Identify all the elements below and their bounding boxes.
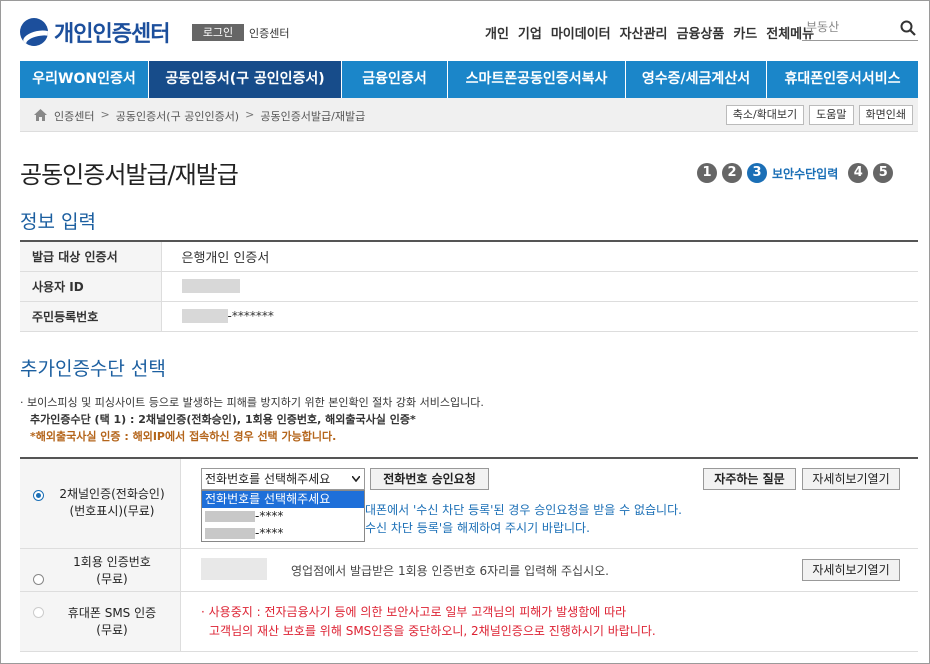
breadcrumb-current: 공동인증서발급/재발급 [260,110,366,123]
top-menu: 개인 기업 마이데이터 자산관리 금융상품 카드 전체메뉴 [485,23,814,42]
main-nav: 우리WON인증서 공동인증서(구 공인인증서) 금융인증서 스마트폰공동인증서복… [20,61,918,98]
top-menu-asset[interactable]: 자산관리 [620,23,668,42]
table-row: 사용자 ID [20,271,918,302]
step-indicator: 1 2 3 보안수단입력 4 5 [697,163,894,183]
dropdown-option[interactable]: -**** [202,508,364,525]
two-channel-radio[interactable] [33,490,44,501]
search-input[interactable] [806,20,896,34]
resident-number-label: 주민등록번호 [20,301,161,332]
login-button[interactable]: 로그인 [192,24,244,41]
step-1: 1 [697,163,717,183]
page-title: 공동인증서발급/재발급 [20,161,239,189]
phone-approval-request-button[interactable]: 전화번호 승인요청 [370,468,489,490]
sms-notice-1: · 사용중지 : 전자금융사기 등에 의한 보안사고로 일부 고객님의 피해가 … [201,605,627,619]
step-2: 2 [722,163,742,183]
step-5: 5 [873,163,894,183]
search-icon[interactable] [900,20,916,36]
print-button[interactable]: 화면인쇄 [858,105,913,125]
breadcrumb-separator: > [245,108,255,121]
target-cert-label: 발급 대상 인증서 [20,241,161,272]
table-row: 주민등록번호 -******* [20,301,918,332]
chevron-down-icon [352,476,360,482]
home-icon[interactable] [34,109,47,121]
target-cert-value: 은행개인 인증서 [181,250,270,266]
otp-row: 1회용 인증번호 (무료) 영업점에서 발급받은 1회용 인증번호 6자리를 입… [20,549,918,592]
auth-method-table: 2채널인증(전화승인) (번호표시)(무료) 전화번호를 선택해주세요 전화번호… [20,457,918,652]
faq-button[interactable]: 자주하는 질문 [703,468,796,490]
step-4: 4 [848,163,869,183]
search-box [802,17,918,41]
sms-label: 휴대폰 SMS 인증 (무료) [67,606,157,637]
logo-mark-icon [20,18,48,46]
top-menu-products[interactable]: 금융상품 [677,23,725,42]
nav-phone-cert[interactable]: 휴대폰인증서서비스 [767,61,918,98]
nav-financial-cert[interactable]: 금융인증서 [342,61,448,98]
info-section-title: 정보 입력 [20,211,96,233]
top-menu-business[interactable]: 기업 [518,23,542,42]
two-channel-detail-button[interactable]: 자세히보기열기 [802,468,900,490]
logo-text: 개인인증센터 [54,22,170,47]
breadcrumb: 인증센터 > 공동인증서(구 공인인증서) > 공동인증서발급/재발급 축소/확… [20,98,918,132]
auth-description: · 보이스피싱 및 피싱사이트 등으로 발생하는 피해를 방지하기 위한 본인확… [20,394,484,445]
breadcrumb-joint-cert[interactable]: 공동인증서(구 공인인증서) [116,108,239,124]
user-id-label: 사용자 ID [20,271,161,302]
desc-line-2: 추가인증수단 (택 1) : 2채널인증(전화승인), 1회용 인증번호, 해외… [30,413,416,426]
site-logo[interactable]: 개인인증센터 [20,16,170,48]
active-step-label: 보안수단입력 [772,166,839,181]
step-3: 3 [747,163,767,183]
breadcrumb-cert-center[interactable]: 인증센터 [54,108,94,124]
nav-joint-cert[interactable]: 공동인증서(구 공인인증서) [149,61,342,98]
two-channel-row: 2채널인증(전화승인) (번호표시)(무료) 전화번호를 선택해주세요 전화번호… [20,459,918,549]
resident-number-suffix: -******* [227,308,274,323]
sms-row: 휴대폰 SMS 인증 (무료) · 사용중지 : 전자금융사기 등에 의한 보안… [20,592,918,652]
resident-number-masked [181,309,228,324]
top-menu-personal[interactable]: 개인 [485,23,509,42]
phone-dropdown: 전화번호를 선택해주세요 -**** -**** [201,490,365,542]
top-menu-card[interactable]: 카드 [733,23,757,42]
sms-notice-2: 고객님의 재산 보호를 위해 SMS인증을 중단하오니, 2채널인증으로 진행하… [209,624,656,638]
desc-line-1: · 보이스피싱 및 피싱사이트 등으로 발생하는 피해를 방지하기 위한 본인확… [20,396,484,409]
auth-section-title: 추가인증수단 선택 [20,358,166,380]
two-channel-notice-1: 대폰에서 '수신 차단 등록'된 경우 승인요청을 받을 수 없습니다. [365,503,682,517]
info-table: 발급 대상 인증서 은행개인 인증서 사용자 ID 주민등록번호 -******… [20,240,918,332]
otp-radio[interactable] [33,574,44,585]
zoom-button[interactable]: 축소/확대보기 [725,105,805,125]
otp-hint: 영업점에서 발급받은 1회용 인증번호 6자리를 입력해 주십시오. [291,564,609,578]
user-id-masked [181,279,240,294]
dropdown-option[interactable]: -**** [202,525,364,542]
two-channel-notice-2: 수신 차단 등록'을 해제하여 주시기 바랍니다. [365,521,590,535]
otp-label: 1회용 인증번호 (무료) [73,555,151,586]
nav-smartphone-copy[interactable]: 스마트폰공동인증서복사 [448,61,626,98]
dropdown-option[interactable]: 전화번호를 선택해주세요 [202,491,364,508]
breadcrumb-separator: > [100,108,110,121]
sms-radio [33,607,44,618]
two-channel-label: 2채널인증(전화승인) (번호표시)(무료) [59,487,165,518]
top-menu-mydata[interactable]: 마이데이터 [551,23,611,42]
otp-detail-button[interactable]: 자세히보기열기 [802,559,900,581]
phone-select[interactable]: 전화번호를 선택해주세요 [201,468,365,490]
help-button[interactable]: 도움말 [809,105,854,125]
otp-input[interactable] [201,558,267,580]
nav-receipt-tax[interactable]: 영수증/세금계산서 [626,61,767,98]
table-row: 발급 대상 인증서 은행개인 인증서 [20,241,918,272]
nav-woori-won-cert[interactable]: 우리WON인증서 [20,61,149,98]
desc-line-3: *해외출국사실 인증 : 해외IP에서 접속하신 경우 선택 가능합니다. [30,430,337,443]
cert-center-label: 인증센터 [249,27,290,40]
